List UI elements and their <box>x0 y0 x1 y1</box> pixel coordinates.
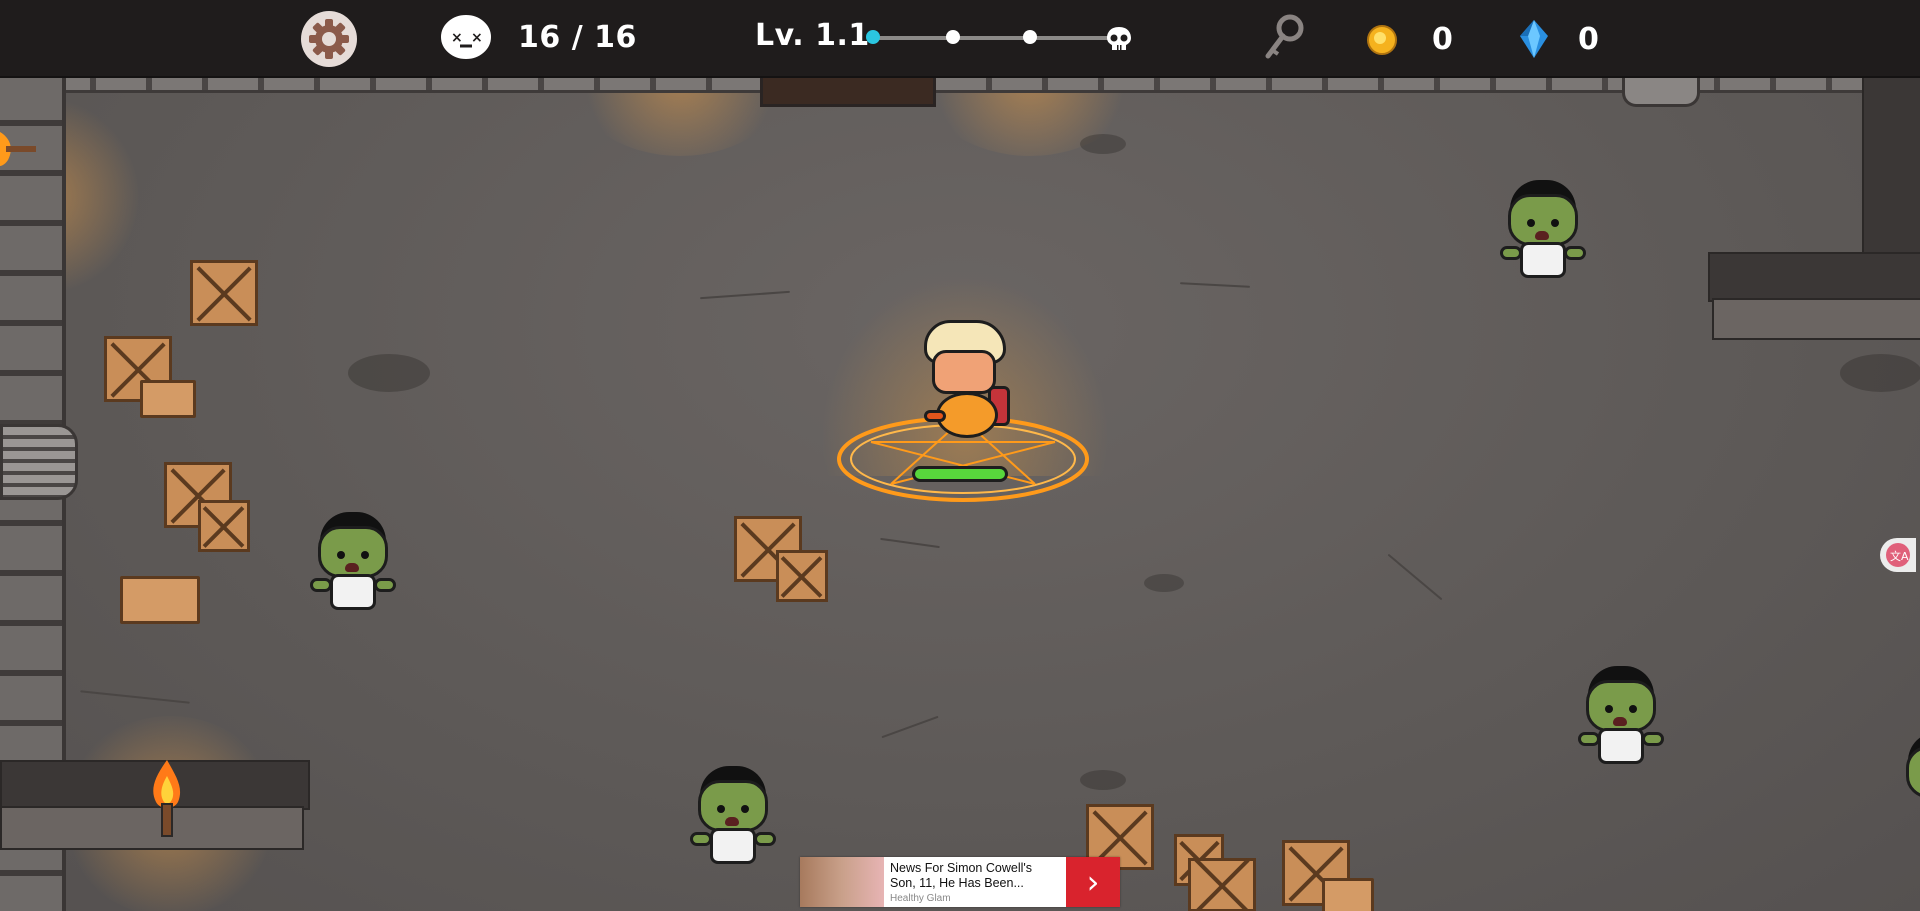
ad-banner[interactable]: News For Simon Cowell's Son, 11, He Has … <box>800 857 1120 907</box>
cardboard-box <box>140 380 196 418</box>
floor-spot-4 <box>1840 354 1920 392</box>
level-progress-track <box>872 36 1122 40</box>
settings-button[interactable] <box>300 10 358 68</box>
translate-button[interactable]: 文A <box>1880 538 1916 572</box>
floor-crack-5 <box>80 690 190 704</box>
gear-icon <box>301 11 357 67</box>
key-icon <box>1265 14 1304 59</box>
coin-icon <box>1367 24 1397 55</box>
zombie-enemy[interactable] <box>688 766 778 876</box>
stage-node-1 <box>866 30 880 44</box>
ad-source: Healthy Glam <box>890 893 951 904</box>
player-health-bar <box>912 466 1008 482</box>
player-face <box>932 350 996 394</box>
floor-crack-3 <box>1387 553 1443 601</box>
level-text: Lv. 1.1 <box>755 18 870 53</box>
right-ledge-top <box>1708 252 1920 302</box>
kills-counter: × × 16 / 16 <box>438 12 637 62</box>
floor-spot-2 <box>1080 134 1126 154</box>
top-door <box>760 76 936 107</box>
floor-spot-5 <box>1080 770 1126 790</box>
coin-counter: 0 <box>1366 22 1453 57</box>
floor-crack-6 <box>1179 282 1251 288</box>
gem-counter: 0 <box>1518 18 1599 60</box>
zombie-enemy[interactable] <box>1498 180 1588 290</box>
stage-node-2 <box>946 30 960 44</box>
zombie-enemy[interactable] <box>308 512 398 622</box>
player-character <box>916 320 1016 450</box>
diamond-icon <box>1520 20 1548 58</box>
zombie-enemy-partial[interactable] <box>1896 732 1920 842</box>
skull-icon <box>1107 27 1131 50</box>
boss-node <box>1105 26 1133 52</box>
duck-beak <box>924 410 946 422</box>
right-ledge-face <box>1712 298 1920 340</box>
gem-amount: 0 <box>1578 21 1600 57</box>
svg-text:×: × <box>471 30 483 46</box>
ad-text[interactable]: News For Simon Cowell's Son, 11, He Has … <box>884 857 1066 907</box>
torch-bottom <box>153 760 181 837</box>
floor-spot-1 <box>348 354 430 392</box>
floor-spot-3 <box>1144 574 1184 592</box>
svg-text:文A: 文A <box>1890 549 1909 563</box>
right-ledge <box>1862 76 1920 256</box>
level-label: Lv. 1.1 <box>755 18 870 53</box>
crate <box>190 260 258 326</box>
pillar-base <box>1622 76 1700 107</box>
cardboard-box <box>120 576 200 624</box>
dead-face-icon: × × <box>439 13 493 61</box>
coin-amount: 0 <box>1432 22 1454 57</box>
zombie-enemy[interactable] <box>1576 666 1666 776</box>
translate-icon: 文A <box>1886 543 1910 567</box>
cardboard-box <box>1322 878 1374 911</box>
key-indicator <box>1262 14 1306 62</box>
ad-headline[interactable]: News For Simon Cowell's Son, 11, He Has … <box>890 861 1060 891</box>
game-arena[interactable] <box>0 76 1920 911</box>
floor-crack-1 <box>700 290 790 300</box>
stage-node-3 <box>1023 30 1037 44</box>
ad-image[interactable] <box>800 857 884 907</box>
wall-vent <box>0 424 78 500</box>
crate <box>198 500 250 552</box>
player-health-fill <box>915 469 1005 479</box>
ad-open-button[interactable]: › <box>1066 857 1120 907</box>
floor-crack-4 <box>881 715 939 739</box>
torch-left <box>0 132 36 166</box>
crate <box>1188 858 1256 911</box>
top-hud: × × 16 / 16 Lv. 1.1 0 0 <box>0 0 1920 78</box>
floor-crack-2 <box>880 537 940 549</box>
chevron-right-icon: › <box>1086 863 1100 901</box>
kills-text: 16 / 16 <box>518 19 637 55</box>
crate <box>776 550 828 602</box>
svg-text:×: × <box>451 30 463 46</box>
